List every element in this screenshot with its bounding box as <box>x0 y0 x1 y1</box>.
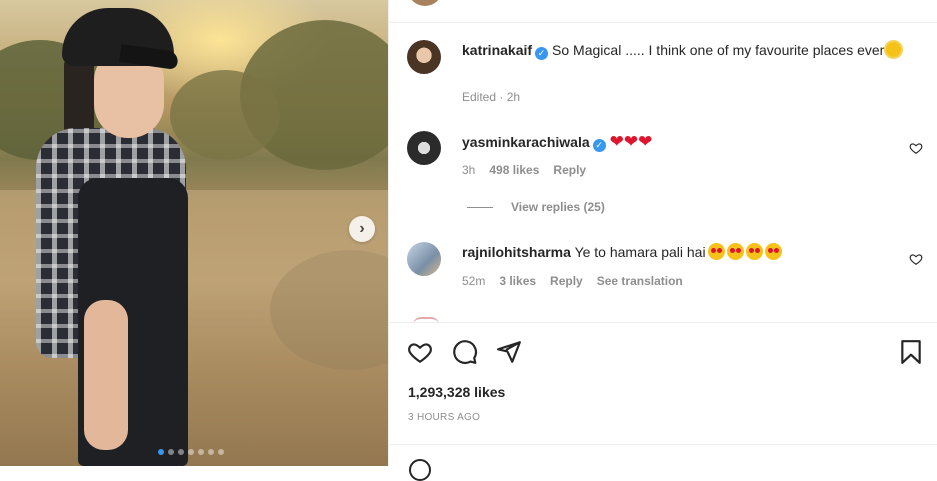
comment: yasminkarachiwala ✓ ❤❤❤ <box>462 131 652 153</box>
photo-person <box>84 300 128 450</box>
avatar[interactable] <box>407 40 441 74</box>
star-struck-emoji-icon <box>745 243 763 260</box>
verified-badge-icon: ✓ <box>535 47 549 60</box>
star-struck-emoji-icon <box>726 243 744 260</box>
comment-likes[interactable]: 3 likes <box>499 274 536 288</box>
comment-text: Ye to hamara pali hai <box>574 244 706 260</box>
avatar[interactable] <box>409 0 441 6</box>
carousel-dot <box>168 449 174 455</box>
carousel-dots <box>158 449 224 455</box>
divider <box>389 444 937 445</box>
view-replies-button[interactable]: View replies (25) <box>467 200 605 214</box>
bookmark-icon[interactable] <box>898 339 924 365</box>
likes-count[interactable]: 1,293,328 likes <box>408 384 505 400</box>
avatar[interactable] <box>407 131 441 165</box>
carousel-dot <box>188 449 194 455</box>
comment: rajnilohitsharma Ye to hamara pali hai <box>462 242 782 263</box>
comment-time: 3h <box>462 163 476 177</box>
divider <box>389 322 937 323</box>
carousel-dot <box>198 449 204 455</box>
chevron-right-icon: › <box>359 220 365 237</box>
caption-text: So Magical ..... I think one of my favou… <box>552 42 885 58</box>
star-struck-emoji-icon <box>764 243 782 260</box>
heart-emoji-icon: ❤ <box>623 132 639 151</box>
next-photo-button[interactable]: › <box>349 216 375 242</box>
comment-meta: 3h 498 likes Reply <box>462 163 586 177</box>
see-translation-button[interactable]: See translation <box>597 274 683 288</box>
comment-heart-icon[interactable] <box>909 141 923 155</box>
heart-emoji-icon: ❤ <box>609 132 624 151</box>
star-struck-emoji-icon <box>707 243 725 260</box>
emoji-picker-icon[interactable] <box>409 459 431 481</box>
carousel-dot <box>208 449 214 455</box>
carousel-dot <box>178 449 184 455</box>
caption: katrinakaif ✓ So Magical ..... I think one… <box>462 40 902 61</box>
carousel-dot <box>218 449 224 455</box>
comments-panel: katrinakaif ✓ So Magical ..... I think one… <box>388 0 937 481</box>
avatar <box>413 317 439 325</box>
comment-likes[interactable]: 498 likes <box>489 163 539 177</box>
carousel-dot <box>158 449 164 455</box>
comment-username[interactable]: rajnilohitsharma <box>462 244 571 260</box>
comment-meta: 52m 3 likes Reply See translation <box>462 274 683 288</box>
avatar[interactable] <box>407 242 441 276</box>
verified-badge-icon: ✓ <box>592 139 606 152</box>
photo-bush <box>170 70 280 160</box>
reply-button[interactable]: Reply <box>550 274 583 288</box>
heart-emoji-icon: ❤ <box>638 132 653 151</box>
share-icon[interactable] <box>496 339 522 365</box>
divider <box>467 206 493 208</box>
caption-meta: Edited · 2h <box>462 90 520 104</box>
post-timestamp: 3 HOURS AGO <box>408 412 481 423</box>
comment-username[interactable]: yasminkarachiwala <box>462 134 590 150</box>
caption-edited: Edited · 2h <box>462 90 521 104</box>
sun-emoji-icon <box>886 42 902 57</box>
post-photo[interactable]: › <box>0 0 388 466</box>
comment-icon[interactable] <box>452 339 478 365</box>
comment-heart-icon[interactable] <box>909 252 923 266</box>
divider <box>389 22 937 23</box>
reply-button[interactable]: Reply <box>553 163 586 177</box>
comment-time: 52m <box>462 274 486 288</box>
heart-icon[interactable] <box>407 339 433 365</box>
view-replies-label: View replies (25) <box>511 200 605 214</box>
caption-username[interactable]: katrinakaif <box>462 42 532 58</box>
